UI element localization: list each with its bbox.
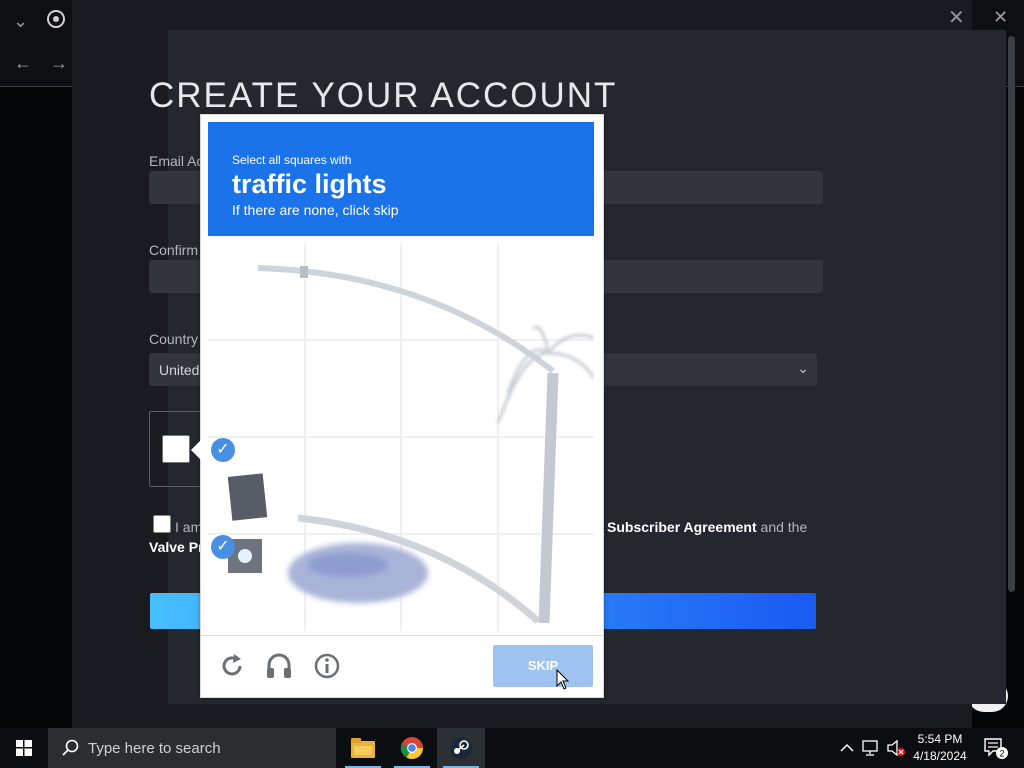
mouse-cursor-icon [556, 669, 570, 690]
volume-muted-icon[interactable] [886, 739, 906, 757]
back-arrow-icon[interactable]: ← [14, 54, 32, 72]
search-icon [62, 739, 79, 756]
agree-checkbox[interactable] [153, 515, 171, 533]
file-explorer-app[interactable] [339, 728, 387, 768]
window-close-icon[interactable]: ✕ [993, 8, 1008, 26]
agree-text: I am [175, 519, 203, 535]
subscriber-agreement-link[interactable]: Subscriber Agreement [607, 519, 757, 535]
chrome-app[interactable] [388, 728, 436, 768]
reload-icon[interactable] [217, 651, 247, 681]
instruction-line3: If there are none, click skip [232, 202, 399, 218]
info-icon[interactable] [312, 651, 342, 681]
confirm-email-label: Confirm [149, 242, 199, 258]
chevron-down-icon[interactable]: ⌄ [13, 12, 28, 30]
tile-selected-check-icon[interactable]: ✓ [211, 535, 235, 559]
network-icon[interactable] [862, 740, 880, 756]
agree-text-continued: Subscriber Agreement and the [607, 519, 807, 535]
skip-button[interactable]: SKIP [493, 645, 593, 687]
dialog-close-icon[interactable]: ✕ [948, 5, 965, 30]
folder-icon [351, 738, 375, 758]
page-title: CREATE YOUR ACCOUNT [149, 76, 618, 115]
forward-arrow-icon[interactable]: → [50, 54, 68, 72]
agree-and-text: and the [760, 519, 808, 535]
country-value: United [159, 362, 200, 378]
instruction-target: traffic lights [232, 169, 387, 199]
windows-logo-icon [16, 740, 32, 756]
start-button[interactable] [0, 728, 48, 768]
notification-center-icon[interactable]: 2 [984, 738, 1008, 760]
captcha-challenge: Select all squares with traffic lights I… [191, 114, 604, 698]
steam-icon [450, 737, 472, 759]
chevron-down-icon: ⌄ [797, 360, 809, 376]
taskbar-search[interactable]: Type here to search [48, 728, 336, 768]
chrome-icon[interactable] [47, 10, 65, 31]
notification-count: 2 [999, 749, 1004, 759]
instruction-line1: Select all squares with [232, 153, 352, 167]
audio-headphones-icon[interactable] [264, 651, 294, 681]
privacy-policy-link[interactable]: Valve Pr [149, 539, 204, 555]
show-hidden-icons-icon[interactable] [840, 742, 854, 754]
clock-date: 4/18/2024 [913, 749, 967, 763]
email-label: Email Ac [149, 153, 204, 169]
chrome-icon [400, 737, 423, 759]
search-placeholder: Type here to search [88, 740, 221, 757]
taskbar: Type here to search 5:54 PM 4/18/2024 2 [0, 728, 1024, 768]
clock-time: 5:54 PM [917, 732, 963, 746]
recaptcha-checkbox[interactable] [162, 435, 190, 463]
steam-app[interactable] [437, 728, 485, 768]
tile-selected-check-icon[interactable]: ✓ [211, 438, 235, 462]
system-clock[interactable]: 5:54 PM 4/18/2024 [908, 731, 972, 765]
country-label: Country [149, 331, 199, 347]
captcha-image-grid[interactable] [208, 243, 594, 631]
captcha-instructions: Select all squares with traffic lights I… [208, 122, 594, 236]
dialog-scrollbar[interactable] [1008, 36, 1015, 592]
